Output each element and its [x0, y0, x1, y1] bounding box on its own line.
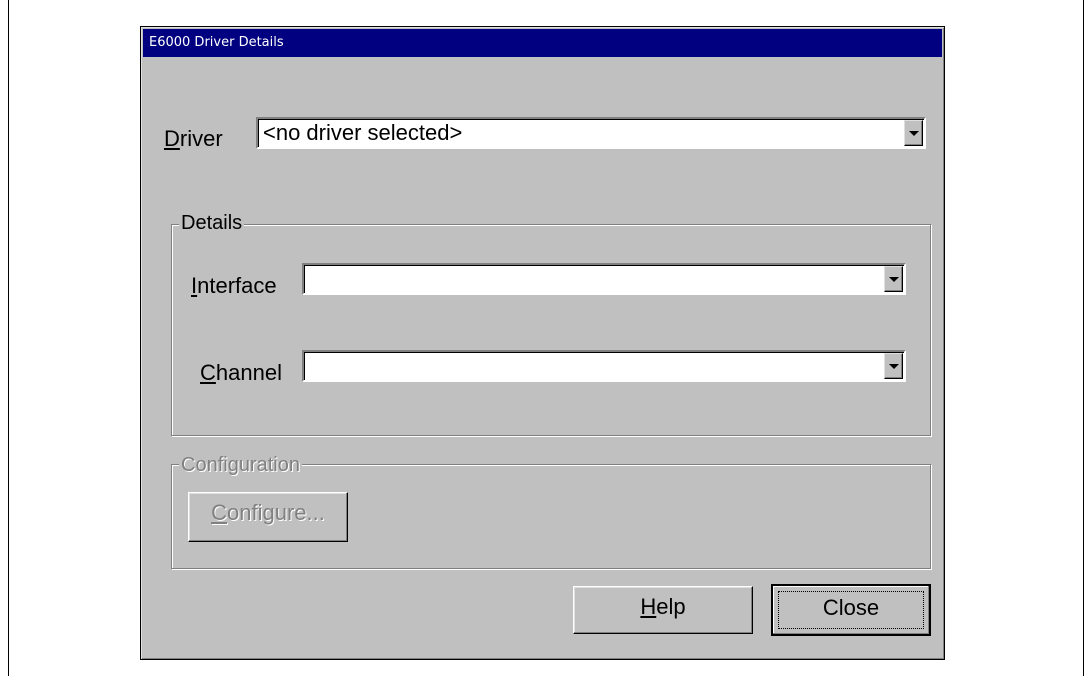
help-button-accel: H	[640, 594, 657, 619]
channel-dropdown-button[interactable]	[884, 353, 903, 379]
close-button[interactable]: Close	[771, 584, 931, 636]
channel-label-rest: hannel	[215, 360, 282, 385]
driver-dropdown-button[interactable]	[904, 120, 923, 146]
driver-details-dialog: E6000 Driver Details Driver <no driver s…	[140, 26, 945, 660]
driver-label-rest: river	[179, 126, 223, 151]
configure-button-rest: onfigure...	[227, 500, 325, 525]
chevron-down-icon	[889, 364, 899, 369]
help-button-label: Help	[574, 594, 752, 620]
details-group-title: Details	[179, 212, 245, 234]
driver-label: Driver	[164, 126, 223, 152]
interface-label-rest: nterface	[197, 273, 277, 298]
help-button[interactable]: Help	[573, 586, 753, 634]
page-frame-right	[1083, 0, 1084, 676]
page-frame-left	[8, 0, 9, 676]
close-button-label: Close	[822, 595, 880, 620]
interface-combobox[interactable]	[302, 263, 906, 295]
configuration-group-title: Configuration	[179, 454, 302, 476]
configure-button-label: Configure...	[189, 500, 347, 526]
dialog-title-bar[interactable]: E6000 Driver Details	[143, 29, 942, 57]
configure-button-accel: C	[211, 500, 228, 525]
channel-combobox[interactable]	[302, 350, 906, 382]
configure-button[interactable]: Configure...	[188, 492, 348, 542]
driver-combobox[interactable]: <no driver selected>	[256, 117, 926, 149]
interface-label: Interface	[191, 273, 277, 299]
chevron-down-icon	[889, 277, 899, 282]
driver-label-accel: D	[164, 126, 180, 151]
interface-dropdown-button[interactable]	[884, 266, 903, 292]
chevron-down-icon	[909, 131, 919, 136]
channel-label: Channel	[200, 360, 282, 386]
driver-combobox-value: <no driver selected>	[263, 120, 463, 145]
channel-label-accel: C	[200, 360, 216, 385]
help-button-rest: elp	[656, 594, 686, 619]
details-group	[171, 224, 931, 436]
